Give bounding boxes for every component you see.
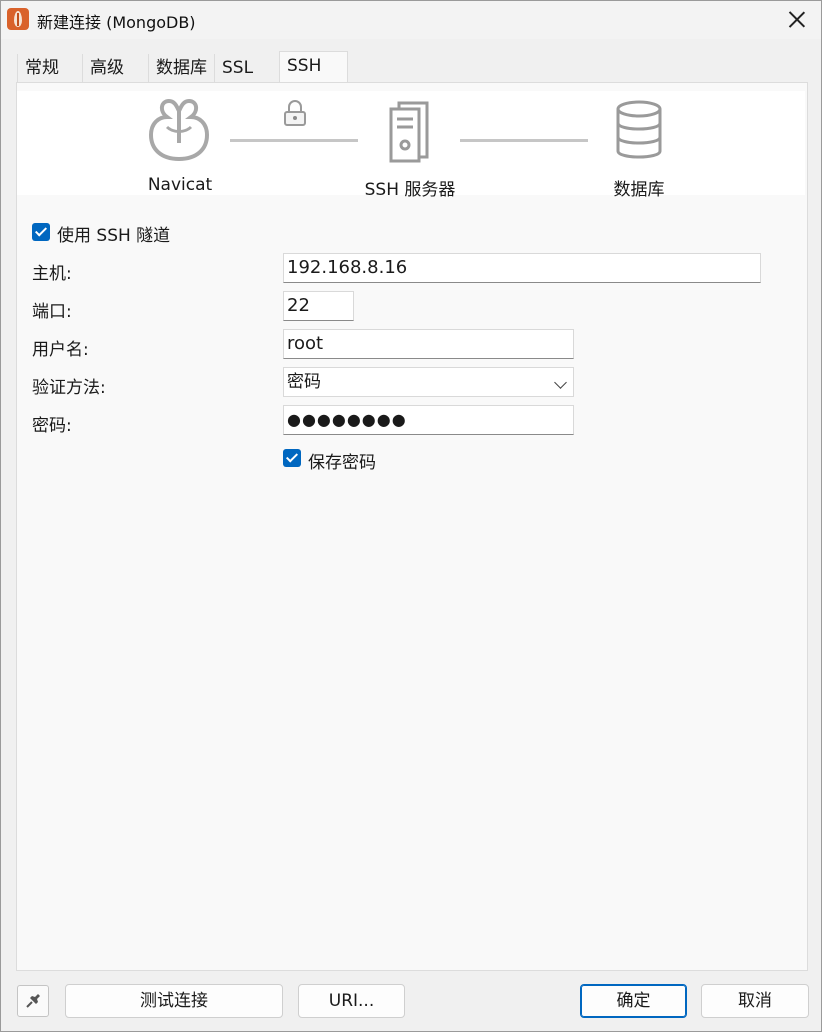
tab-advanced[interactable]: 高级 — [82, 54, 148, 83]
tab-ssh[interactable]: SSH — [279, 51, 348, 84]
test-connection-button[interactable]: 测试连接 — [65, 984, 283, 1018]
window-title: 新建连接 (MongoDB) — [37, 13, 196, 32]
auth-method-select[interactable]: 密码 — [283, 367, 574, 397]
tab-bar: 常规 高级 数据库 SSL SSH — [17, 51, 807, 84]
mongodb-app-icon — [7, 8, 29, 30]
auth-method-label: 验证方法: — [32, 378, 106, 398]
pin-button[interactable] — [17, 985, 49, 1017]
save-password-label: 保存密码 — [308, 453, 376, 473]
use-ssh-tunnel-label: 使用 SSH 隧道 — [57, 226, 171, 246]
host-label: 主机: — [32, 264, 72, 284]
host-input[interactable]: 192.168.8.16 — [283, 253, 761, 283]
chevron-down-icon — [554, 376, 567, 389]
database-icon — [616, 100, 662, 159]
dialog-window: 新建连接 (MongoDB) 常规 高级 数据库 SSL SSH Navicat… — [0, 0, 822, 1032]
port-input[interactable]: 22 — [283, 291, 354, 321]
navicat-logo-icon — [148, 98, 210, 162]
username-input[interactable]: root — [283, 329, 574, 359]
ssh-panel: Navicat SSH 服务器 数据库 使用 SSH 隧道 主机: 192.16… — [16, 82, 808, 971]
tab-ssl[interactable]: SSL — [214, 54, 280, 83]
close-icon[interactable] — [779, 3, 815, 35]
server-icon — [389, 101, 429, 163]
pin-icon — [26, 994, 40, 1008]
port-label: 端口: — [32, 302, 72, 322]
connection-diagram: Navicat SSH 服务器 数据库 — [17, 91, 805, 200]
uri-button[interactable]: URI... — [298, 984, 405, 1018]
tab-general[interactable]: 常规 — [17, 54, 83, 83]
save-password-checkbox[interactable] — [283, 449, 301, 467]
connector-line-left — [230, 139, 358, 142]
cancel-button[interactable]: 取消 — [701, 984, 809, 1018]
diagram-label-database: 数据库 — [613, 180, 665, 200]
auth-method-value: 密码 — [287, 372, 321, 392]
diagram-label-server: SSH 服务器 — [364, 180, 456, 200]
use-ssh-tunnel-checkbox[interactable] — [32, 223, 50, 241]
password-input[interactable]: ●●●●●●●● — [283, 405, 574, 435]
username-label: 用户名: — [32, 340, 89, 360]
diagram-label-client: Navicat — [147, 175, 213, 195]
ok-button[interactable]: 确定 — [580, 984, 687, 1018]
tab-database[interactable]: 数据库 — [148, 54, 214, 83]
lock-icon — [284, 100, 306, 126]
title-bar: 新建连接 (MongoDB) — [1, 1, 821, 39]
connector-line-right — [460, 139, 588, 142]
password-label: 密码: — [32, 416, 72, 436]
